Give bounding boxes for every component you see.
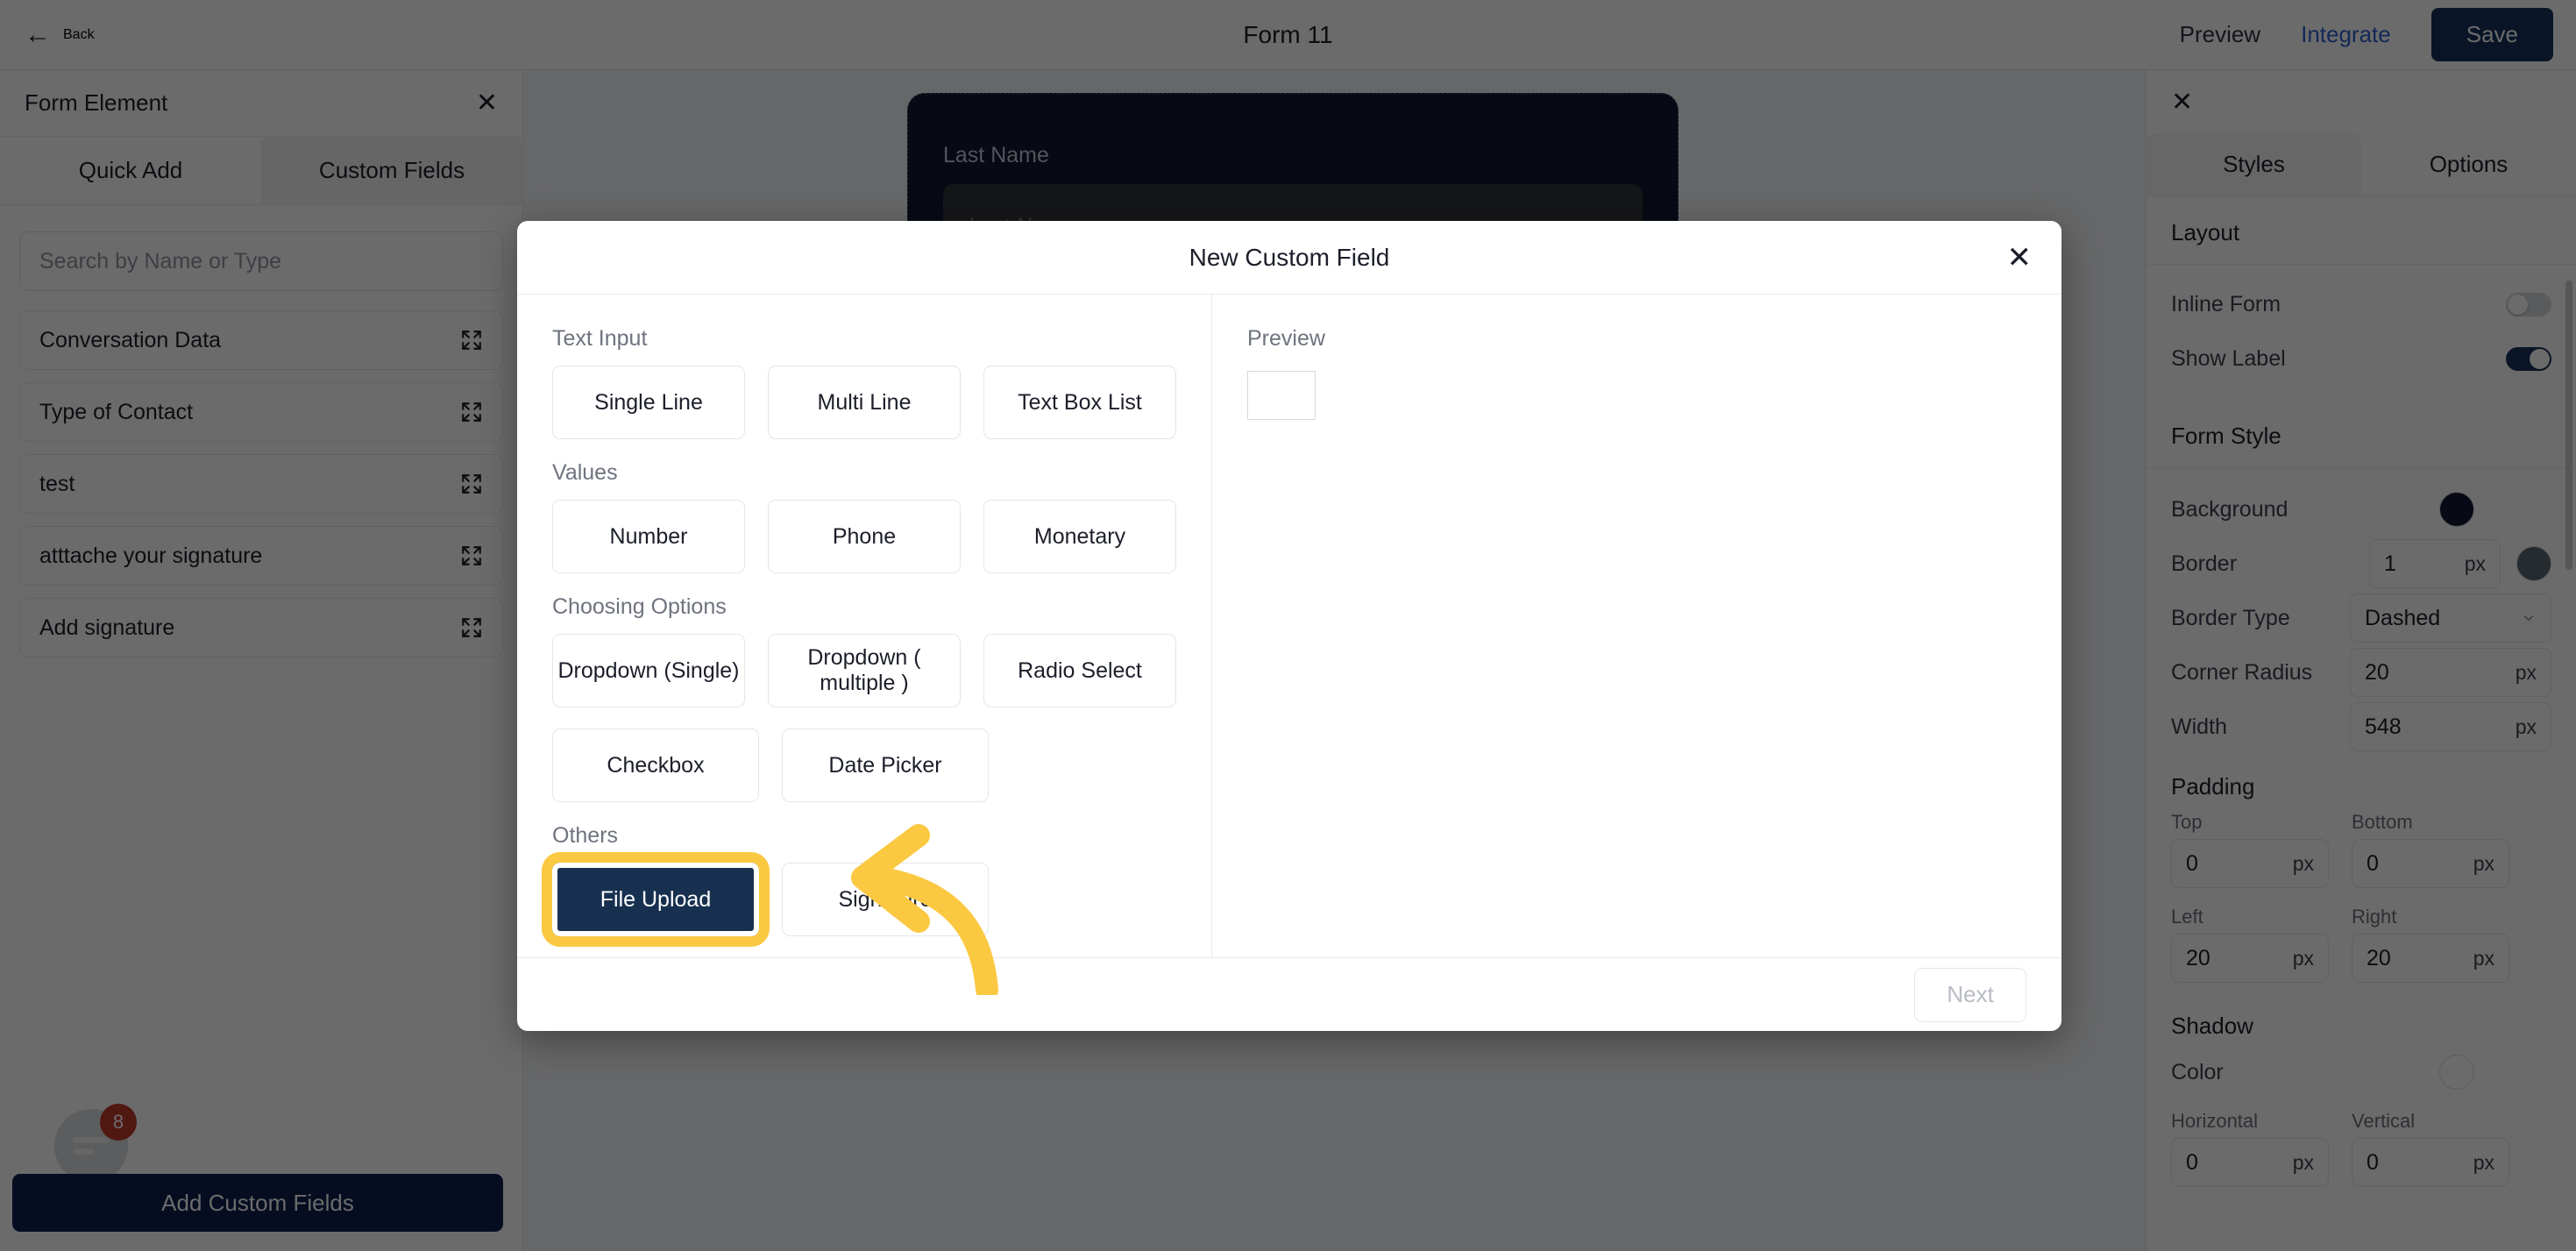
preview-title: Preview bbox=[1247, 326, 1325, 351]
type-single-line-button[interactable]: Single Line bbox=[552, 366, 745, 439]
new-custom-field-modal: New Custom Field ✕ Text Input Single Lin… bbox=[517, 221, 2062, 1031]
type-dropdown-single-button[interactable]: Dropdown (Single) bbox=[552, 634, 745, 707]
values-button-row: Number Phone Monetary bbox=[552, 500, 1176, 573]
others-button-row: File Upload Signature bbox=[552, 863, 1176, 936]
preview-pane: Preview bbox=[1211, 295, 2062, 957]
group-title-others: Others bbox=[552, 823, 619, 848]
type-monetary-button[interactable]: Monetary bbox=[983, 500, 1176, 573]
modal-body: Text Input Single Line Multi Line Text B… bbox=[517, 295, 2062, 957]
type-file-upload-button[interactable]: File Upload bbox=[552, 863, 759, 936]
type-checkbox-button[interactable]: Checkbox bbox=[552, 729, 759, 802]
group-title-values: Values bbox=[552, 460, 618, 485]
type-text-box-list-button[interactable]: Text Box List bbox=[983, 366, 1176, 439]
field-type-picker: Text Input Single Line Multi Line Text B… bbox=[517, 295, 1211, 957]
close-icon[interactable]: ✕ bbox=[2007, 243, 2033, 273]
modal-footer: Next bbox=[517, 957, 2062, 1031]
next-button[interactable]: Next bbox=[1914, 967, 2026, 1022]
group-title-choosing-options: Choosing Options bbox=[552, 594, 727, 619]
group-title-text-input: Text Input bbox=[552, 326, 648, 351]
text-input-button-row: Single Line Multi Line Text Box List bbox=[552, 366, 1176, 439]
modal-header: New Custom Field ✕ bbox=[517, 221, 2062, 295]
type-number-button[interactable]: Number bbox=[552, 500, 745, 573]
type-phone-button[interactable]: Phone bbox=[768, 500, 961, 573]
choosing-options-button-row-2: Checkbox Date Picker bbox=[552, 729, 1176, 802]
type-dropdown-multiple-button[interactable]: Dropdown ( multiple ) bbox=[768, 634, 961, 707]
type-date-picker-button[interactable]: Date Picker bbox=[782, 729, 989, 802]
modal-title: New Custom Field bbox=[1189, 243, 1390, 271]
choosing-options-button-row: Dropdown (Single) Dropdown ( multiple ) … bbox=[552, 634, 1176, 707]
app-root: ← Back Form 11 Preview Integrate Save Fo… bbox=[0, 0, 2576, 1251]
type-multi-line-button[interactable]: Multi Line bbox=[768, 366, 961, 439]
preview-box bbox=[1247, 371, 1316, 420]
type-radio-select-button[interactable]: Radio Select bbox=[983, 634, 1176, 707]
type-signature-button[interactable]: Signature bbox=[782, 863, 989, 936]
